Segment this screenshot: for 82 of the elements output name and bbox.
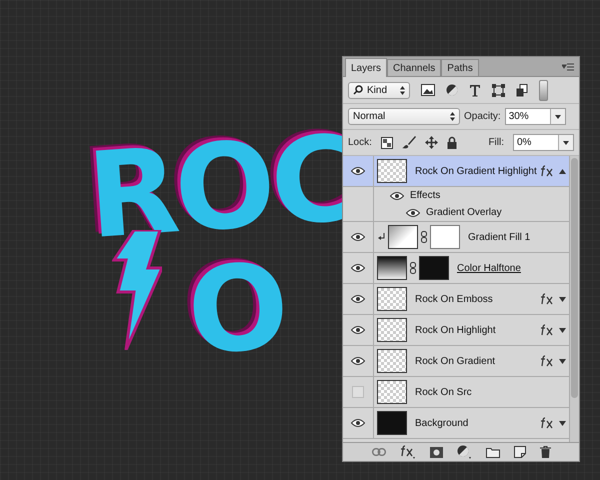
adjustment-filter-icon[interactable]	[446, 84, 458, 96]
panel-tab[interactable]: Layers	[345, 58, 388, 77]
layer-name: Color Halftone	[457, 262, 521, 274]
blend-mode-dropdown[interactable]: Normal	[348, 108, 460, 125]
chain-icon	[421, 231, 427, 243]
layer-thumbnail	[377, 159, 407, 183]
type-filter-icon[interactable]	[469, 84, 481, 96]
filter-toggle[interactable]	[539, 80, 548, 100]
layer-thumbnail	[377, 349, 407, 373]
layer-row[interactable]: Rock On Highlight	[343, 315, 569, 346]
collapse-triangle-icon[interactable]	[559, 168, 566, 174]
layer-name: Rock On Src	[415, 386, 472, 398]
folder-icon[interactable]	[486, 446, 500, 458]
clip-arrow-icon	[378, 233, 385, 241]
lock-label: Lock:	[348, 137, 372, 148]
trash-icon[interactable]	[540, 446, 550, 458]
layer-thumbnail	[377, 380, 407, 404]
effect-name: Effects	[410, 190, 440, 201]
fill-label: Fill:	[488, 137, 504, 148]
lock-transparent-icon[interactable]	[380, 136, 393, 148]
eye-icon[interactable]	[390, 192, 404, 200]
gradient-thumbnail	[388, 225, 418, 249]
layer-name: Background	[415, 418, 468, 428]
search-icon	[353, 85, 363, 95]
eye-icon[interactable]	[351, 326, 365, 334]
effect-name: Gradient Overlay	[426, 207, 502, 218]
shape-filter-icon[interactable]	[492, 84, 505, 96]
artwork-text: O	[184, 246, 288, 372]
layer-row[interactable]: Color Halftone	[343, 253, 569, 284]
eye-icon[interactable]	[351, 167, 365, 175]
lock-icon[interactable]	[446, 136, 457, 149]
eye-icon[interactable]	[351, 295, 365, 303]
eye-icon[interactable]	[351, 419, 365, 427]
layer-row[interactable]: Gradient Fill 1	[343, 222, 569, 253]
stepper-arrows-icon	[450, 112, 455, 121]
gradient-thumbnail	[377, 256, 407, 280]
panel-tab[interactable]: Paths	[441, 59, 479, 76]
mask-icon[interactable]	[430, 446, 442, 458]
filter-dropdown[interactable]: Kind	[348, 82, 410, 98]
eye-icon[interactable]	[351, 357, 365, 365]
expand-triangle-icon[interactable]	[559, 358, 566, 364]
link-icon[interactable]	[372, 448, 386, 456]
layer-name: Rock On Highlight	[415, 324, 496, 336]
layer-name: Rock On Gradient	[415, 356, 496, 366]
eye-icon[interactable]	[351, 264, 365, 272]
layer-row[interactable]: Rock On Gradient Highlight	[343, 156, 569, 187]
layer-thumbnail	[377, 287, 407, 311]
expand-triangle-icon[interactable]	[559, 420, 566, 426]
mask-thumbnail	[430, 225, 460, 249]
opacity-label: Opacity:	[464, 111, 501, 122]
image-filter-icon[interactable]	[421, 84, 435, 96]
layer-name: Gradient Fill 1	[468, 232, 530, 242]
layer-name: Rock On Emboss	[415, 294, 493, 304]
dropdown-arrow-icon[interactable]	[554, 114, 561, 118]
fx-icon[interactable]	[400, 445, 416, 459]
layer-row[interactable]: Rock On Src	[343, 377, 569, 408]
brush-icon[interactable]	[402, 136, 416, 149]
chain-icon	[410, 262, 416, 274]
effect-row[interactable]: Gradient Overlay	[343, 204, 569, 222]
layer-row[interactable]: Background	[343, 408, 569, 439]
eye-icon[interactable]	[351, 233, 365, 241]
opacity-field[interactable]: 30%	[504, 108, 566, 125]
adjustment-icon[interactable]	[456, 445, 472, 459]
layer-thumbnail	[377, 411, 407, 435]
panel-tab[interactable]: Channels	[387, 59, 442, 76]
layer-row[interactable]: Rock On Emboss	[343, 284, 569, 315]
stepper-arrows-icon	[400, 86, 405, 94]
fill-field[interactable]: 0%	[513, 134, 574, 151]
dropdown-arrow-icon[interactable]	[563, 140, 569, 144]
expand-triangle-icon[interactable]	[559, 296, 566, 302]
mask-thumbnail	[419, 256, 449, 280]
scrollbar[interactable]	[569, 156, 579, 442]
move-icon[interactable]	[424, 136, 438, 149]
panel-menu-icon[interactable]	[562, 63, 574, 71]
layer-row[interactable]: Rock On Gradient	[343, 346, 569, 377]
smart-object-filter-icon[interactable]	[516, 84, 528, 96]
effects-row[interactable]: Effects	[343, 187, 569, 204]
expand-triangle-icon[interactable]	[559, 328, 566, 332]
eye-icon[interactable]	[406, 208, 420, 216]
new-layer-icon[interactable]	[514, 446, 526, 458]
layer-thumbnail	[377, 318, 407, 342]
layer-name: Rock On Gradient Highlight	[415, 166, 537, 176]
